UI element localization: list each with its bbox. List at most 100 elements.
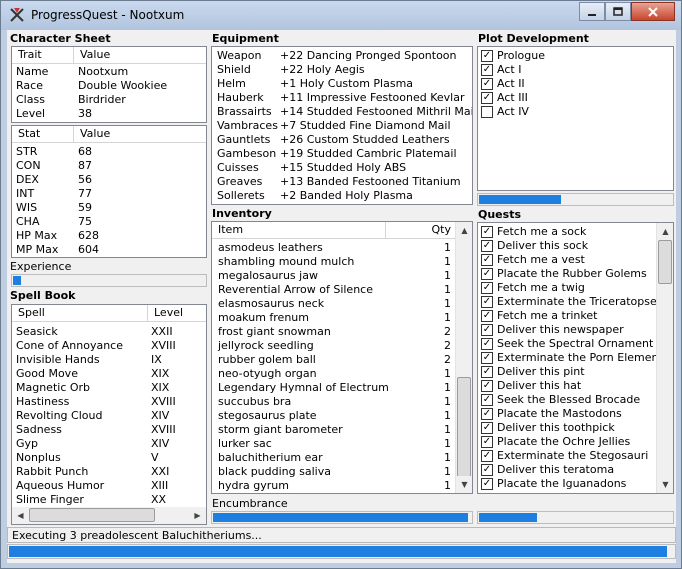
quest-row[interactable]: ✓ Deliver this toothpick (478, 421, 673, 435)
checkbox-checked-icon[interactable]: ✓ (481, 464, 493, 476)
inventory-item-header[interactable]: Item (212, 222, 386, 239)
maximize-button[interactable] (605, 2, 631, 21)
equipment-row[interactable]: Gambeson +19 Studded Cambric Platemail (212, 147, 472, 161)
quest-row[interactable]: ✓ Fetch me a trinket (478, 309, 673, 323)
quest-row[interactable]: ✓ Placate the Iguanadons (478, 477, 673, 491)
equipment-row[interactable]: Greaves +13 Banded Festooned Titanium (212, 175, 472, 189)
minimize-button[interactable] (579, 2, 605, 21)
checkbox-checked-icon[interactable]: ✓ (481, 50, 493, 62)
quest-row[interactable]: ✓ Deliver this newspaper (478, 323, 673, 337)
spell-row[interactable]: Gyp XIV (12, 437, 206, 451)
quest-row[interactable]: ✓ Exterminate the Stegosauri (478, 449, 673, 463)
inventory-row[interactable]: Legendary Hymnal of Electrum 1 (212, 381, 472, 395)
scroll-left-arrow-icon[interactable]: ◀ (12, 507, 29, 524)
plot-list[interactable]: ✓ Prologue ✓ Act I ✓ Act II ✓ Act III Act IV (477, 46, 674, 191)
checkbox-checked-icon[interactable]: ✓ (481, 92, 493, 104)
scroll-right-arrow-icon[interactable]: ▶ (189, 507, 206, 524)
scroll-down-arrow-icon[interactable]: ▼ (657, 476, 673, 493)
quest-scroll-thumb[interactable] (658, 240, 672, 284)
spell-hscroll-thumb[interactable] (29, 508, 155, 522)
quest-row[interactable]: ✓ Placate the Rubber Golems (478, 267, 673, 281)
plot-act-row[interactable]: ✓ Act II (478, 77, 673, 91)
inventory-row[interactable]: baluchitherium ear 1 (212, 451, 472, 465)
inventory-row[interactable]: elasmosaurus neck 1 (212, 297, 472, 311)
equipment-row[interactable]: Hauberk +11 Impressive Festooned Kevlar (212, 91, 472, 105)
inventory-row[interactable]: stegosaurus plate 1 (212, 409, 472, 423)
stat-value-header[interactable]: Value (74, 126, 206, 143)
spell-level-header[interactable]: Level (148, 305, 206, 322)
quest-row[interactable]: ✓ Exterminate the Triceratopses (478, 295, 673, 309)
checkbox-checked-icon[interactable]: ✓ (481, 296, 493, 308)
scroll-up-arrow-icon[interactable]: ▲ (456, 222, 472, 239)
quest-row[interactable]: ✓ Deliver this teratoma (478, 463, 673, 477)
inventory-row[interactable]: shambling mound mulch 1 (212, 255, 472, 269)
stats-list[interactable]: Stat Value STR 68 CON 87 DEX 56 INT 77 WIS 59 CHA 7… (11, 125, 207, 258)
quest-row[interactable]: ✓ Deliver this pint (478, 365, 673, 379)
inventory-row[interactable]: asmodeus leathers 1 (212, 241, 472, 255)
inventory-list[interactable]: Item Qty asmodeus leathers 1 shambling mou… (211, 221, 473, 494)
inventory-qty-header[interactable]: Qty (386, 222, 456, 239)
inventory-row[interactable]: neo-otyugh organ 1 (212, 367, 472, 381)
equipment-row[interactable]: Shield +22 Holy Aegis (212, 63, 472, 77)
quest-row[interactable]: ✓ Exterminate the Porn Elementals (478, 351, 673, 365)
checkbox-checked-icon[interactable]: ✓ (481, 282, 493, 294)
inventory-row[interactable]: storm giant barometer 1 (212, 423, 472, 437)
inventory-row[interactable]: black pudding saliva 1 (212, 465, 472, 479)
inventory-vscroll[interactable]: ▲ ▼ (455, 222, 472, 493)
inventory-scroll-thumb[interactable] (457, 377, 471, 477)
checkbox-checked-icon[interactable]: ✓ (481, 240, 493, 252)
spell-row[interactable]: Invisible Hands IX (12, 353, 206, 367)
spell-row[interactable]: Good Move XIX (12, 367, 206, 381)
checkbox-checked-icon[interactable]: ✓ (481, 394, 493, 406)
inventory-row[interactable]: moakum frenum 1 (212, 311, 472, 325)
checkbox-checked-icon[interactable]: ✓ (481, 64, 493, 76)
plot-act-row[interactable]: ✓ Prologue (478, 49, 673, 63)
checkbox-checked-icon[interactable]: ✓ (481, 310, 493, 322)
checkbox-checked-icon[interactable]: ✓ (481, 380, 493, 392)
equipment-row[interactable]: Helm +1 Holy Custom Plasma (212, 77, 472, 91)
scroll-down-arrow-icon[interactable]: ▼ (456, 476, 472, 493)
equipment-row[interactable]: Brassairts +14 Studded Festooned Mithril … (212, 105, 472, 119)
spell-header[interactable]: Spell (12, 305, 148, 322)
plot-act-row[interactable]: ✓ Act III (478, 91, 673, 105)
spell-row[interactable]: Aqueous Humor XIII (12, 479, 206, 493)
checkbox-checked-icon[interactable]: ✓ (481, 268, 493, 280)
spell-row[interactable]: Seasick XXII (12, 325, 206, 339)
spell-row[interactable]: Hastiness XVIII (12, 395, 206, 409)
quest-row[interactable]: ✓ Fetch me a vest (478, 253, 673, 267)
plot-act-row[interactable]: ✓ Act I (478, 63, 673, 77)
spell-row[interactable]: Cone of Annoyance XVIII (12, 339, 206, 353)
checkbox-checked-icon[interactable]: ✓ (481, 324, 493, 336)
spell-row[interactable]: Slime Finger XX (12, 493, 206, 507)
quest-row[interactable]: ✓ Fetch me a sock (478, 225, 673, 239)
quest-row[interactable]: ✓ Placate the Mastodons (478, 407, 673, 421)
spell-list[interactable]: Spell Level Seasick XXII Cone of Annoyance… (11, 304, 207, 525)
inventory-row[interactable]: rubber golem ball 2 (212, 353, 472, 367)
inventory-row[interactable]: jellyrock seedling 2 (212, 339, 472, 353)
trait-value-header[interactable]: Value (74, 47, 206, 64)
equipment-row[interactable]: Weapon +22 Dancing Pronged Spontoon (212, 49, 472, 63)
checkbox-checked-icon[interactable]: ✓ (481, 478, 493, 490)
checkbox-checked-icon[interactable]: ✓ (481, 436, 493, 448)
scroll-up-arrow-icon[interactable]: ▲ (657, 223, 673, 240)
equipment-row[interactable]: Sollerets +2 Banded Holy Plasma (212, 189, 472, 203)
spell-list-hscroll[interactable]: ◀ ▶ (12, 507, 206, 524)
close-button[interactable] (631, 2, 675, 21)
equipment-row[interactable]: Vambraces +7 Studded Fine Diamond Mail (212, 119, 472, 133)
inventory-row[interactable]: Reverential Arrow of Silence 1 (212, 283, 472, 297)
quest-vscroll[interactable]: ▲ ▼ (656, 223, 673, 493)
spell-row[interactable]: Nonplus V (12, 451, 206, 465)
spell-row[interactable]: Sadness XVIII (12, 423, 206, 437)
spell-row[interactable]: Magnetic Orb XIX (12, 381, 206, 395)
traits-list[interactable]: Trait Value Name Nootxum Race Double Wookie… (11, 46, 207, 123)
inventory-row[interactable]: frost giant snowman 2 (212, 325, 472, 339)
checkbox-checked-icon[interactable]: ✓ (481, 78, 493, 90)
checkbox-checked-icon[interactable]: ✓ (481, 450, 493, 462)
plot-act-row[interactable]: Act IV (478, 105, 673, 119)
inventory-row[interactable]: megalosaurus jaw 1 (212, 269, 472, 283)
checkbox-checked-icon[interactable]: ✓ (481, 254, 493, 266)
quest-row[interactable]: ✓ Placate the Ochre Jellies (478, 435, 673, 449)
checkbox-checked-icon[interactable]: ✓ (481, 338, 493, 350)
inventory-row[interactable]: lurker sac 1 (212, 437, 472, 451)
quest-list[interactable]: ✓ Fetch me a sock ✓ Deliver this sock ✓ Fetch… (477, 222, 674, 494)
